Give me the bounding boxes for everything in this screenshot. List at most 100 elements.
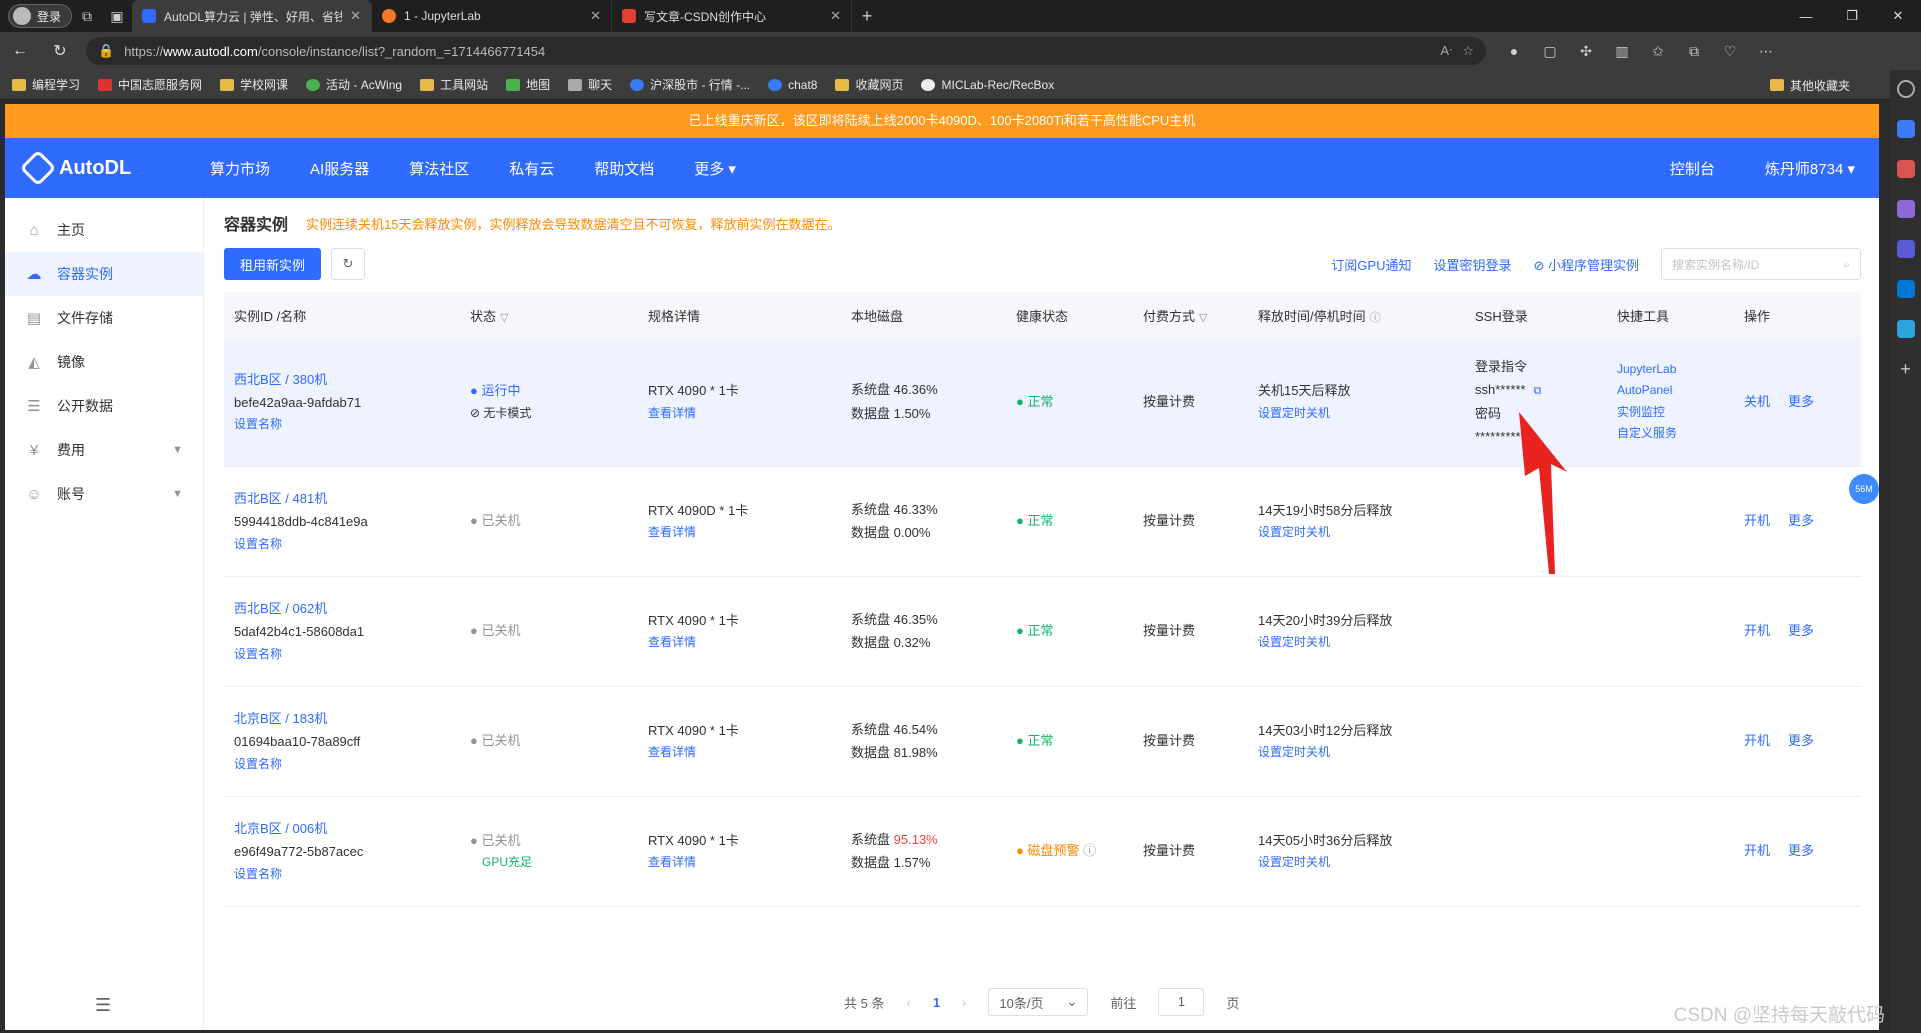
miniprogram-link[interactable]: ⊘ 小程序管理实例 xyxy=(1533,255,1639,274)
page-size-select[interactable]: 10条/页 ⌄ xyxy=(988,988,1089,1016)
nav-item-ai-server[interactable]: AI服务器 xyxy=(310,158,369,179)
close-icon[interactable]: ✕ xyxy=(350,8,361,24)
reload-icon[interactable]: ↻ xyxy=(40,41,80,61)
monitor-link[interactable]: 实例监控 xyxy=(1617,402,1734,424)
power-on-button[interactable]: 开机 xyxy=(1744,733,1770,748)
read-aloud-icon[interactable]: Aᐧ xyxy=(1440,43,1452,59)
search-icon[interactable] xyxy=(1896,80,1915,98)
bookmark-item[interactable]: 沪深股市 - 行情 -... xyxy=(630,76,750,93)
favorites-icon[interactable]: ✩ xyxy=(1640,43,1676,60)
tab-jupyterlab[interactable]: 1 - JupyterLab ✕ xyxy=(372,0,613,32)
nav-item-private-cloud[interactable]: 私有云 xyxy=(509,158,554,179)
filter-icon[interactable]: ▽ xyxy=(1199,312,1207,324)
minimize-icon[interactable]: — xyxy=(1783,0,1829,32)
bookmark-item[interactable]: 地图 xyxy=(506,76,550,93)
set-name-link[interactable]: 设置名称 xyxy=(234,534,460,556)
col-pay[interactable]: 付费方式 ▽ xyxy=(1133,292,1248,338)
nav-item-docs[interactable]: 帮助文档 xyxy=(594,158,654,179)
nav-item-more[interactable]: 更多 ▾ xyxy=(694,158,736,179)
current-page[interactable]: 1 xyxy=(933,995,940,1010)
bookmark-item[interactable]: 中国志愿服务网 xyxy=(98,76,202,93)
region-link[interactable]: 西北B区 / 380机 xyxy=(234,368,460,391)
url-field[interactable]: 🔒 https://www.autodl.com/console/instanc… xyxy=(86,37,1486,65)
region-link[interactable]: 西北B区 / 481机 xyxy=(234,487,460,510)
set-timer-link[interactable]: 设置定时关机 xyxy=(1258,852,1465,874)
help-icon[interactable]: ⓘ xyxy=(1083,843,1096,858)
prev-page-icon[interactable]: ‹ xyxy=(906,995,910,1010)
power-on-button[interactable]: 开机 xyxy=(1744,843,1770,858)
set-timer-link[interactable]: 设置定时关机 xyxy=(1258,403,1465,425)
set-name-link[interactable]: 设置名称 xyxy=(234,754,460,776)
goto-page-input[interactable]: 1 xyxy=(1158,988,1205,1016)
rent-instance-button[interactable]: 租用新实例 xyxy=(224,248,322,280)
gpu-notify-link[interactable]: 订阅GPU通知 xyxy=(1331,255,1411,274)
col-status[interactable]: 状态 ▽ xyxy=(460,292,638,338)
ssh-key-link[interactable]: 设置密钥登录 xyxy=(1433,255,1511,274)
copilot-icon[interactable] xyxy=(1896,240,1915,258)
refresh-icon[interactable]: ↻ xyxy=(331,248,366,280)
bookmark-item[interactable]: 聊天 xyxy=(568,76,612,93)
view-detail-link[interactable]: 查看详情 xyxy=(648,742,841,764)
other-bookmarks[interactable]: 其他收藏夹 xyxy=(1769,70,1850,100)
autopanel-link[interactable]: AutoPanel xyxy=(1617,380,1734,402)
power-on-button[interactable]: 开机 xyxy=(1744,513,1770,528)
more-button[interactable]: 更多 xyxy=(1788,394,1814,409)
bookmark-item[interactable]: 编程学习 xyxy=(12,76,80,93)
region-link[interactable]: 西北B区 / 062机 xyxy=(234,597,460,620)
close-icon[interactable]: ✕ xyxy=(590,8,601,24)
set-timer-link[interactable]: 设置定时关机 xyxy=(1258,632,1465,654)
user-menu[interactable]: 炼丹师8734 ▾ xyxy=(1765,158,1855,179)
new-tab-icon[interactable]: + xyxy=(852,6,882,27)
sidebar-item-storage[interactable]: ▤ 文件存储 xyxy=(5,296,203,340)
filter-icon[interactable]: ▽ xyxy=(500,312,508,324)
view-detail-link[interactable]: 查看详情 xyxy=(648,522,841,544)
more-button[interactable]: 更多 xyxy=(1788,733,1814,748)
view-detail-link[interactable]: 查看详情 xyxy=(648,852,841,874)
bookmark-item[interactable]: MICLab-Rec/RecBox xyxy=(921,78,1054,92)
split-screen-icon[interactable]: ▥ xyxy=(1604,43,1640,60)
puzzle-icon[interactable]: ✣ xyxy=(1568,43,1604,60)
people-icon[interactable] xyxy=(1896,200,1915,218)
more-button[interactable]: 更多 xyxy=(1788,513,1814,528)
bookmark-item[interactable]: 活动 - AcWing xyxy=(306,76,402,93)
sidebar-item-images[interactable]: ◭ 镜像 xyxy=(5,340,203,384)
close-window-icon[interactable]: ✕ xyxy=(1875,0,1921,32)
set-timer-link[interactable]: 设置定时关机 xyxy=(1258,522,1465,544)
set-name-link[interactable]: 设置名称 xyxy=(234,864,460,886)
bookmark-item[interactable]: chat8 xyxy=(768,78,817,92)
more-icon[interactable]: ⋯ xyxy=(1748,43,1784,60)
copy-icon[interactable]: ⧉ xyxy=(1534,385,1542,397)
restore-icon[interactable]: ❐ xyxy=(1829,0,1875,32)
region-link[interactable]: 北京B区 / 183机 xyxy=(234,707,460,730)
search-input[interactable]: 搜索实例名称/ID ⌕ xyxy=(1661,248,1861,280)
nav-item-community[interactable]: 算法社区 xyxy=(409,158,469,179)
help-icon[interactable]: ⓘ xyxy=(1370,312,1381,324)
view-detail-link[interactable]: 查看详情 xyxy=(648,632,841,654)
console-link[interactable]: 控制台 xyxy=(1670,158,1715,179)
sidebar-item-public-data[interactable]: ☰ 公开数据 xyxy=(5,384,203,428)
jupyterlab-link[interactable]: JupyterLab xyxy=(1617,359,1734,381)
send-icon[interactable] xyxy=(1896,320,1915,338)
tab-autodl[interactable]: AutoDL算力云 | 弹性、好用、省钱 ✕ xyxy=(132,0,373,32)
bookmark-item[interactable]: 收藏网页 xyxy=(835,76,903,93)
add-icon[interactable]: + xyxy=(1897,360,1915,378)
bookmark-item[interactable]: 工具网站 xyxy=(420,76,488,93)
workspaces-icon[interactable]: ⧉ xyxy=(72,2,102,30)
shutdown-button[interactable]: 关机 xyxy=(1744,394,1770,409)
close-icon[interactable]: ✕ xyxy=(830,8,841,24)
sidebar-item-billing[interactable]: ¥ 费用 ▼ xyxy=(5,428,203,472)
set-timer-link[interactable]: 设置定时关机 xyxy=(1258,742,1465,764)
sidebar-item-account[interactable]: ☺ 账号 ▼ xyxy=(5,472,203,516)
set-name-link[interactable]: 设置名称 xyxy=(234,644,460,666)
more-button[interactable]: 更多 xyxy=(1788,623,1814,638)
toolbox-icon[interactable] xyxy=(1896,160,1915,178)
sidebar-item-instances[interactable]: ☁ 容器实例 xyxy=(5,252,203,296)
games-icon[interactable]: ▢ xyxy=(1532,43,1568,60)
tag-icon[interactable] xyxy=(1896,120,1915,138)
collections-icon[interactable]: ⧉ xyxy=(1676,43,1712,60)
extension-icon[interactable]: ● xyxy=(1496,43,1532,60)
favorite-star-icon[interactable]: ☆ xyxy=(1462,43,1474,59)
set-name-link[interactable]: 设置名称 xyxy=(234,414,460,436)
performance-icon[interactable]: ♡ xyxy=(1712,43,1748,60)
custom-service-link[interactable]: 自定义服务 xyxy=(1617,423,1734,445)
